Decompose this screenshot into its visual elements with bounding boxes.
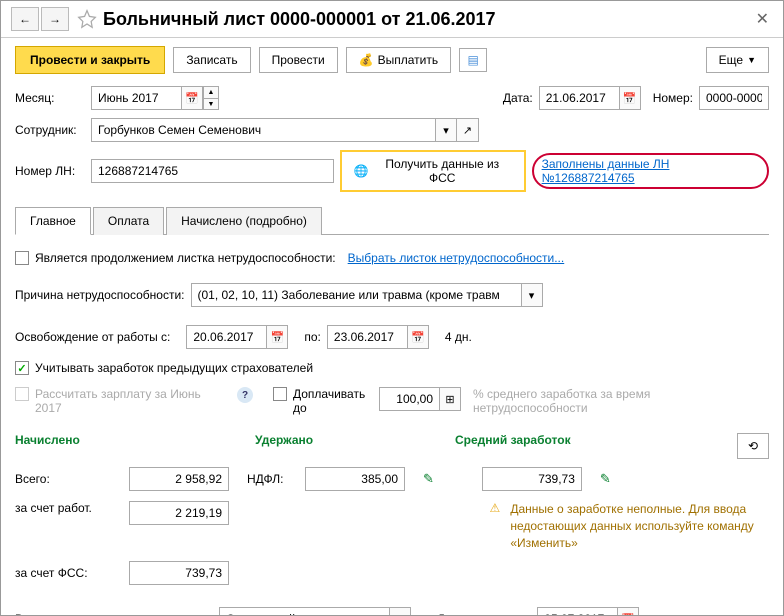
close-icon[interactable]: ✕	[752, 9, 773, 29]
ndfl-input[interactable]	[305, 467, 405, 491]
absence-to-input[interactable]	[327, 325, 407, 349]
calendar-icon[interactable]: 📅	[407, 325, 429, 349]
employee-input[interactable]	[91, 118, 435, 142]
tab-accrued-details[interactable]: Начислено (подробно)	[166, 207, 322, 235]
document-icon-button[interactable]: ▤	[459, 48, 487, 72]
month-label: Месяц:	[15, 91, 85, 105]
edit-avg-icon[interactable]: ✎	[600, 471, 611, 487]
number-label: Номер:	[653, 91, 693, 105]
calendar-icon[interactable]: 📅	[266, 325, 288, 349]
calculator-icon[interactable]: ⊞	[439, 387, 461, 411]
continuation-label: Является продолжением листка нетрудоспос…	[35, 251, 336, 265]
nav-back-button[interactable]: ←	[11, 7, 39, 31]
total-label: Всего:	[15, 472, 111, 486]
payout-label: Выплата:	[15, 612, 111, 616]
total-input[interactable]	[129, 467, 229, 491]
document-icon: ▤	[467, 53, 478, 67]
post-and-close-button[interactable]: Провести и закрыть	[15, 46, 165, 74]
favorite-star-icon[interactable]	[77, 9, 97, 29]
reason-select[interactable]	[191, 283, 521, 307]
reason-label: Причина нетрудоспособности:	[15, 288, 185, 302]
globe-icon: 🌐	[354, 164, 369, 178]
earnings-warning: Данные о заработке неполные. Для ввода н…	[510, 501, 769, 551]
absence-from-input[interactable]	[186, 325, 266, 349]
ln-number-label: Номер ЛН:	[15, 164, 85, 178]
calendar-icon[interactable]: 📅	[619, 86, 641, 110]
more-button[interactable]: Еще ▼	[706, 47, 769, 73]
days-count: 4 дн.	[445, 330, 472, 344]
absence-to-label: по:	[304, 330, 321, 344]
absence-from-label: Освобождение от работы с:	[15, 330, 170, 344]
avg-earnings-header: Средний заработок	[455, 433, 737, 459]
fss-share-label: за счет ФСС:	[15, 566, 111, 580]
tab-main[interactable]: Главное	[15, 207, 91, 235]
refresh-button[interactable]: ⟲	[737, 433, 769, 459]
dropdown-icon[interactable]: ▾	[389, 607, 411, 616]
calendar-icon[interactable]: 📅	[181, 86, 203, 110]
warning-icon: ⚠	[490, 501, 501, 515]
pay-button[interactable]: 💰 Выплатить	[346, 47, 451, 73]
pay-extra-label: Доплачивать до	[293, 387, 373, 415]
tab-payment[interactable]: Оплата	[93, 207, 164, 235]
recalc-salary-checkbox	[15, 387, 29, 401]
fss-share-input[interactable]	[129, 561, 229, 585]
payout-date-label: Дата выплаты:	[437, 612, 519, 616]
month-down-button[interactable]: ▼	[203, 98, 219, 110]
post-button[interactable]: Провести	[259, 47, 338, 73]
withheld-header: Удержано	[255, 433, 455, 459]
employer-label: за счет работ.	[15, 501, 111, 515]
payout-date-input[interactable]	[537, 607, 617, 616]
select-sick-list-link[interactable]: Выбрать листок нетрудоспособности...	[348, 251, 565, 265]
prev-insurers-checkbox[interactable]	[15, 361, 29, 375]
number-input[interactable]	[699, 86, 769, 110]
employee-label: Сотрудник:	[15, 123, 85, 137]
month-input[interactable]	[91, 86, 181, 110]
dropdown-icon[interactable]: ▾	[521, 283, 543, 307]
accrued-header: Начислено	[15, 433, 255, 459]
calendar-icon[interactable]: 📅	[617, 607, 639, 616]
prev-insurers-label: Учитывать заработок предыдущих страховат…	[35, 361, 313, 375]
refresh-icon: ⟲	[748, 439, 758, 453]
money-icon: 💰	[359, 53, 374, 67]
dropdown-icon[interactable]: ▾	[435, 118, 457, 142]
nav-forward-button[interactable]: →	[41, 7, 69, 31]
percent-note: % среднего заработка за время нетрудоспо…	[473, 387, 693, 415]
avg-earnings-input[interactable]	[482, 467, 582, 491]
date-input[interactable]	[539, 86, 619, 110]
date-label: Дата:	[503, 91, 533, 105]
chevron-down-icon: ▼	[747, 55, 756, 65]
get-fss-data-button[interactable]: 🌐 Получить данные из ФСС	[340, 150, 526, 192]
recalc-salary-label: Рассчитать зарплату за Июнь 2017	[35, 387, 225, 415]
employer-input[interactable]	[129, 501, 229, 525]
open-icon[interactable]: ↗	[457, 118, 479, 142]
percent-input[interactable]	[379, 387, 439, 411]
ln-number-input[interactable]	[91, 159, 334, 183]
help-icon[interactable]: ?	[237, 387, 253, 403]
continuation-checkbox[interactable]	[15, 251, 29, 265]
payout-select[interactable]	[219, 607, 389, 616]
ndfl-label: НДФЛ:	[247, 472, 287, 486]
edit-ndfl-icon[interactable]: ✎	[423, 471, 434, 487]
page-title: Больничный лист 0000-000001 от 21.06.201…	[103, 9, 752, 30]
ln-data-link[interactable]: Заполнены данные ЛН №126887214765	[532, 153, 769, 189]
month-up-button[interactable]: ▲	[203, 86, 219, 98]
pay-extra-checkbox[interactable]	[273, 387, 287, 401]
save-button[interactable]: Записать	[173, 47, 250, 73]
